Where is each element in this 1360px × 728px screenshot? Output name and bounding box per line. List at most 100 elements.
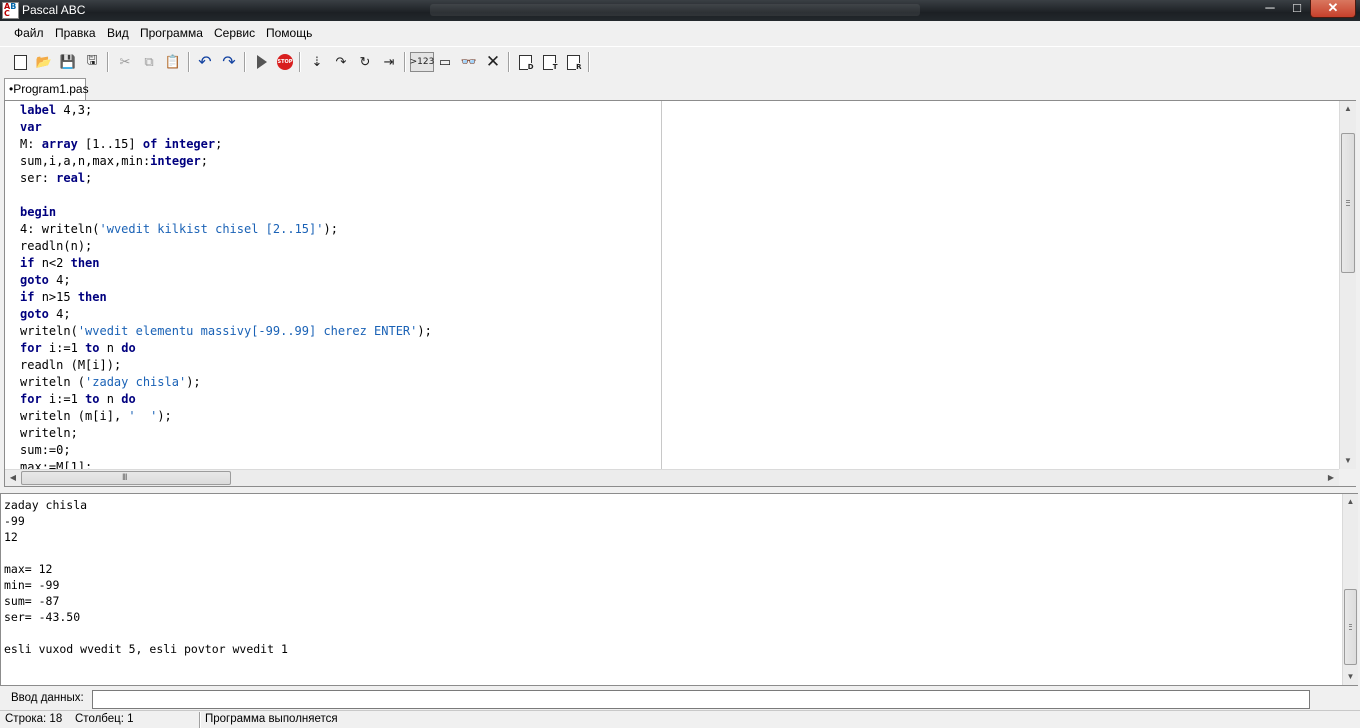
doc-d-icon[interactable]: D	[515, 52, 535, 72]
output-window: zaday chisla -99 12 max= 12 min= -99 sum= -8…	[0, 493, 1358, 686]
scroll-down-arrow-icon[interactable]: ▼	[1343, 669, 1358, 685]
code-line[interactable]: var	[20, 119, 660, 136]
inactive-window-title-area	[430, 4, 920, 16]
save-all-icon[interactable]: 🖫	[82, 52, 102, 72]
code-line[interactable]: writeln ('zaday chisla');	[20, 374, 660, 391]
data-input-field[interactable]	[92, 690, 1310, 709]
code-line[interactable]: 4: writeln('wvedit kilkist chisel [2..15…	[20, 221, 660, 238]
status-line: Строка: 18	[5, 713, 63, 725]
code-line[interactable]: M: array [1..15] of integer;	[20, 136, 660, 153]
input-row: Ввод данных:	[0, 688, 1360, 710]
code-text[interactable]: label 4,3; var M: array [1..15] of integer…	[20, 102, 660, 469]
output-window-icon[interactable]: ▭	[435, 52, 455, 72]
editor-horizontal-scroll-thumb[interactable]: III	[21, 471, 231, 485]
toolbar-separator	[508, 52, 510, 72]
output-line: min= -99	[4, 578, 60, 592]
menu-help[interactable]: Помощь	[266, 26, 312, 40]
grip-icon	[1346, 200, 1350, 206]
open-folder-icon[interactable]: 📂	[34, 52, 54, 72]
toolbar-separator	[588, 52, 590, 72]
code-line[interactable]: ser: real;	[20, 170, 660, 187]
copy-icon[interactable]: ⧉	[139, 52, 159, 72]
output-line: -99	[4, 514, 25, 528]
menu-view[interactable]: Вид	[107, 26, 129, 40]
watch-icon[interactable]: >123	[410, 52, 434, 72]
code-line[interactable]: writeln('wvedit elementu massivy[-99..99…	[20, 323, 660, 340]
editor-vertical-scrollbar[interactable]: ▲ ▼	[1339, 101, 1356, 469]
code-line[interactable]: for i:=1 to n do	[20, 340, 660, 357]
doc-t-icon[interactable]: T	[539, 52, 559, 72]
output-line: zaday chisla	[4, 498, 88, 512]
scroll-up-arrow-icon[interactable]: ▲	[1340, 101, 1356, 117]
save-icon[interactable]: 💾	[58, 52, 78, 72]
step-out-icon[interactable]: ↻	[355, 52, 375, 72]
code-line[interactable]: max:=M[1];	[20, 459, 660, 469]
code-line[interactable]: readln(n);	[20, 238, 660, 255]
scroll-right-arrow-icon[interactable]: ▶	[1323, 470, 1339, 486]
output-text: zaday chisla -99 12 max= 12 min= -99 sum= -8…	[4, 497, 1334, 657]
input-label: Ввод данных:	[11, 692, 84, 704]
minimize-button[interactable]: ─	[1256, 0, 1284, 18]
code-line[interactable]: if n>15 then	[20, 289, 660, 306]
menu-bar: Файл Правка Вид Программа Сервис Помощь	[0, 21, 1360, 45]
window-title: Pascal ABC	[22, 3, 86, 17]
editor-vertical-scroll-thumb[interactable]	[1341, 133, 1355, 273]
status-bar: Строка: 18 Столбец: 1 Программа выполняе…	[0, 710, 1360, 728]
new-file-icon[interactable]	[10, 52, 30, 72]
paste-icon[interactable]: 📋	[163, 52, 183, 72]
output-vertical-scroll-thumb[interactable]	[1344, 589, 1357, 665]
code-line[interactable]: goto 4;	[20, 272, 660, 289]
output-vertical-scrollbar[interactable]: ▲ ▼	[1342, 494, 1358, 685]
toolbar-separator	[244, 52, 246, 72]
title-bar: AB C Pascal ABC ─ □ ✕	[0, 0, 1360, 21]
doc-r-icon[interactable]: R	[563, 52, 583, 72]
cut-icon[interactable]: ✂	[115, 52, 135, 72]
status-message: Программа выполняется	[205, 713, 338, 725]
menu-service[interactable]: Сервис	[214, 26, 255, 40]
output-line: esli vuxod wvedit 5, esli povtor wvedit …	[4, 642, 288, 656]
step-over-icon[interactable]: ↷	[331, 52, 351, 72]
redo-icon[interactable]: ↷	[219, 52, 239, 72]
delete-icon[interactable]: ✕	[483, 52, 503, 72]
code-editor[interactable]: label 4,3; var M: array [1..15] of integer…	[4, 100, 1356, 487]
status-column: Столбец: 1	[75, 713, 134, 725]
undo-icon[interactable]: ↶	[195, 52, 215, 72]
pascal-abc-app-icon[interactable]: AB C	[2, 2, 19, 19]
editor-horizontal-scrollbar[interactable]: ◀ III ▶	[5, 469, 1339, 486]
step-into-icon[interactable]: ⇣	[307, 52, 327, 72]
tab-strip: •Program1.pas	[0, 76, 1360, 100]
code-line[interactable]: readln (M[i]);	[20, 357, 660, 374]
doc-d-letter: D	[527, 62, 534, 71]
code-line[interactable]	[20, 187, 660, 204]
watch-label: >123	[409, 57, 435, 67]
menu-edit[interactable]: Правка	[55, 26, 96, 40]
maximize-button[interactable]: □	[1284, 0, 1310, 18]
pascal-abc-window: AB C Pascal ABC ─ □ ✕ Файл Правка Вид Про…	[0, 0, 1360, 728]
menu-file[interactable]: Файл	[14, 26, 44, 40]
code-line[interactable]: for i:=1 to n do	[20, 391, 660, 408]
code-line[interactable]: goto 4;	[20, 306, 660, 323]
code-line[interactable]: sum,i,a,n,max,min:integer;	[20, 153, 660, 170]
toolbar: 📂 💾 🖫 ✂ ⧉ 📋 ↶ ↷ STOP ⇣ ↷ ↻ ⇥ >123 ▭ 👓 ✕ …	[0, 46, 1360, 76]
code-line[interactable]: if n<2 then	[20, 255, 660, 272]
code-line[interactable]: begin	[20, 204, 660, 221]
code-line[interactable]: sum:=0;	[20, 442, 660, 459]
code-line[interactable]: writeln;	[20, 425, 660, 442]
code-line[interactable]: writeln (m[i], ' ');	[20, 408, 660, 425]
close-button[interactable]: ✕	[1310, 0, 1356, 18]
code-line[interactable]: label 4,3;	[20, 102, 660, 119]
scrollbar-corner	[1339, 469, 1356, 486]
doc-t-letter: T	[552, 62, 558, 71]
scroll-left-arrow-icon[interactable]: ◀	[5, 470, 21, 486]
glasses-icon[interactable]: 👓	[459, 52, 479, 72]
run-icon[interactable]	[252, 52, 272, 72]
stop-icon[interactable]: STOP	[275, 52, 295, 72]
run-to-cursor-icon[interactable]: ⇥	[379, 52, 399, 72]
scroll-up-arrow-icon[interactable]: ▲	[1343, 494, 1358, 510]
right-margin-line	[661, 101, 662, 469]
doc-r-letter: R	[576, 62, 582, 71]
menu-program[interactable]: Программа	[140, 26, 203, 40]
scroll-down-arrow-icon[interactable]: ▼	[1340, 453, 1356, 469]
tab-program1[interactable]: •Program1.pas	[4, 78, 89, 100]
